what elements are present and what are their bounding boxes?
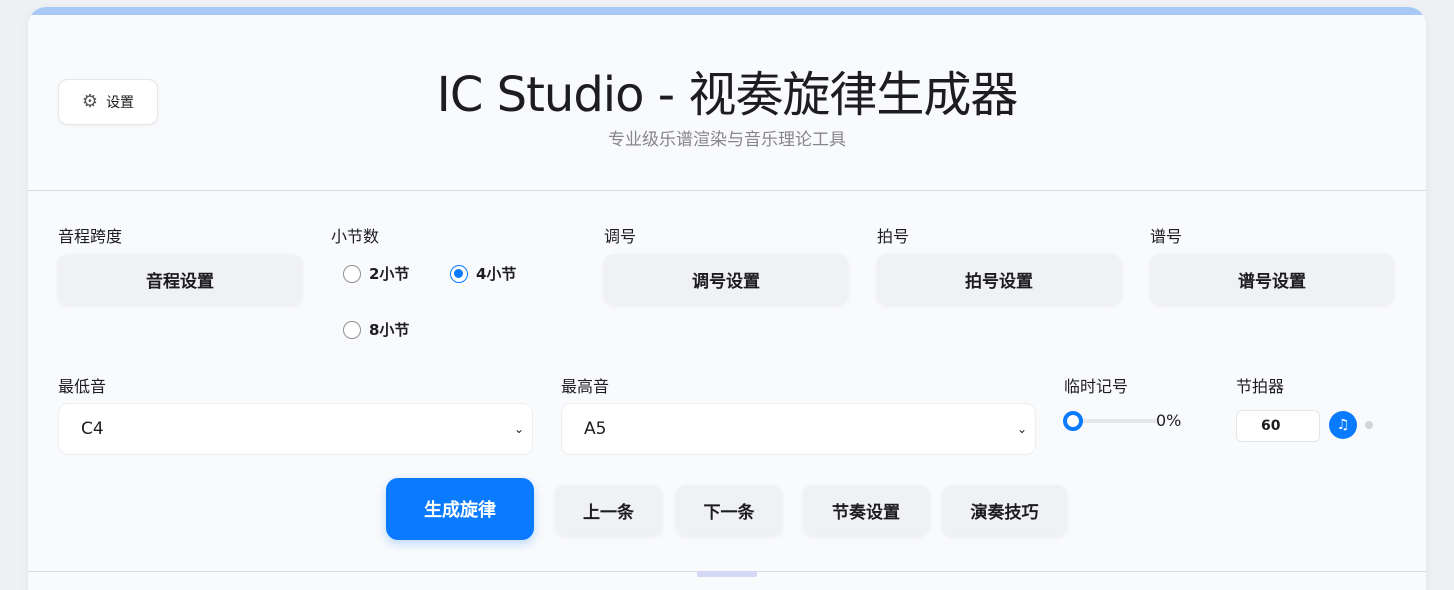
lowest-note-label: 最低音 (58, 377, 107, 396)
chevron-down-icon: ⌄ (513, 422, 524, 436)
generate-melody-button[interactable]: 生成旋律 (386, 478, 534, 540)
accidentals-label: 临时记号 (1064, 377, 1129, 396)
measures-option-2[interactable]: 2小节 (343, 263, 409, 284)
lowest-note-select[interactable]: C4 ⌄ (58, 403, 533, 455)
main-card: ⚙ 设置 IC Studio - 视奏旋律生成器 专业级乐谱渲染与音乐理论工具 … (28, 7, 1426, 590)
metronome-toggle-button[interactable]: ♫ (1329, 411, 1357, 439)
time-settings-button[interactable]: 拍号设置 (877, 254, 1121, 304)
clef-settings-button[interactable]: 谱号设置 (1150, 254, 1394, 304)
playing-tips-button[interactable]: 演奏技巧 (942, 485, 1067, 535)
page-subtitle: 专业级乐谱渲染与音乐理论工具 (608, 130, 846, 150)
highest-note-value: A5 (584, 419, 607, 439)
interval-settings-button[interactable]: 音程设置 (58, 254, 302, 304)
time-label: 拍号 (877, 227, 910, 246)
metronome-label: 节拍器 (1236, 377, 1285, 396)
highest-note-label: 最高音 (561, 377, 610, 396)
next-button[interactable]: 下一条 (676, 485, 782, 535)
rhythm-settings-button[interactable]: 节奏设置 (803, 485, 929, 535)
music-note-icon: ♫ (1336, 417, 1350, 433)
interval-label: 音程跨度 (58, 227, 123, 246)
measures-option-4[interactable]: 4小节 (450, 263, 516, 284)
radio-label: 2小节 (369, 265, 410, 283)
lowest-note-value: C4 (81, 419, 104, 439)
chevron-down-icon: ⌄ (1016, 422, 1027, 436)
radio-circle (343, 264, 361, 283)
bottom-tab-indicator (697, 571, 757, 577)
bpm-input[interactable]: 60 (1236, 410, 1320, 442)
header-divider (28, 190, 1426, 191)
measures-option-8[interactable]: 8小节 (343, 319, 409, 340)
radio-label: 8小节 (369, 321, 410, 339)
key-settings-button[interactable]: 调号设置 (604, 254, 848, 304)
accidentals-value: 0% (1156, 411, 1182, 430)
highest-note-select[interactable]: A5 ⌄ (561, 403, 1036, 455)
radio-circle-selected (450, 264, 468, 283)
key-label: 调号 (604, 227, 637, 246)
page-title: IC Studio - 视奏旋律生成器 (436, 67, 1019, 123)
accidentals-slider-thumb[interactable] (1063, 411, 1083, 431)
metronome-indicator (1365, 421, 1373, 429)
top-stripe (28, 7, 1426, 15)
clef-label: 谱号 (1150, 227, 1183, 246)
prev-button[interactable]: 上一条 (555, 485, 662, 535)
accidentals-slider-track[interactable] (1074, 419, 1158, 423)
measures-label: 小节数 (331, 227, 380, 246)
radio-circle (343, 320, 361, 339)
radio-label: 4小节 (476, 265, 517, 283)
